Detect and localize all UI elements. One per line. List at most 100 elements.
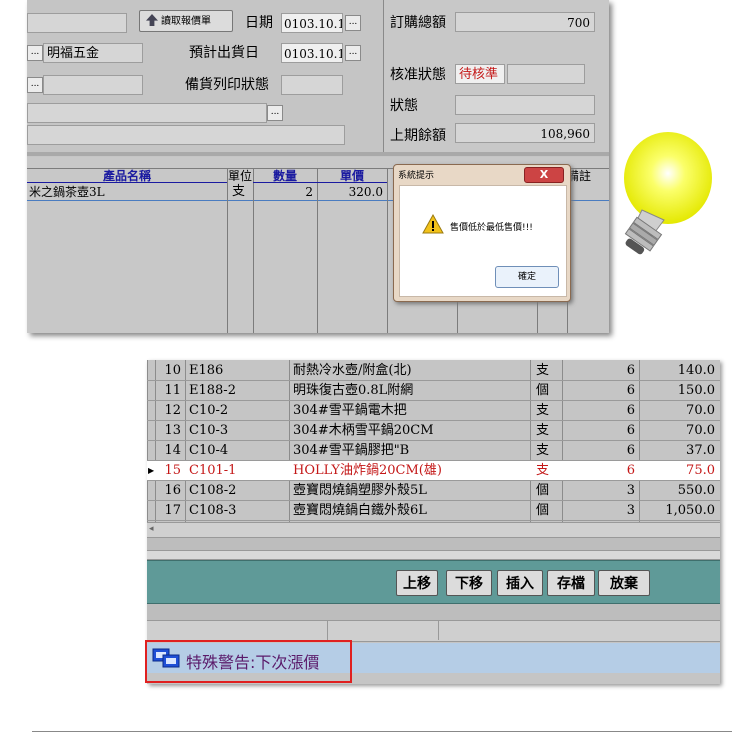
table-row[interactable]: 14 C10-4 304#雪平鍋膠把"B 支 6 37.0 [147,441,720,461]
cell-code[interactable]: E188-2 [189,381,285,400]
cell-no[interactable]: 11 [159,381,181,400]
retrieve-quote-label: 讀取報價單 [161,16,211,27]
cell-code[interactable]: C10-2 [189,401,285,420]
col-header-price[interactable]: 單價 [317,169,387,183]
table-row[interactable]: 16 C108-2 壺寶悶燒鍋塑膠外殼5L 個 3 550.0 [147,481,720,501]
cell-price[interactable]: 70.0 [643,401,715,420]
cell-name[interactable]: 304#木柄雪平鍋20CM [293,421,528,440]
dialog-ok-button[interactable]: 確定 [495,266,559,288]
line-product-name[interactable]: 米之鍋茶壺3L [29,184,105,200]
date-picker-button[interactable]: ... [345,15,361,31]
horizontal-scrollbar[interactable]: ◂ [147,522,720,538]
approval-status-label: 核准狀態 [390,67,446,83]
cell-qty[interactable]: 6 [567,381,635,400]
field-left-1[interactable] [27,13,127,33]
cell-qty[interactable]: 3 [567,501,635,520]
cell-no[interactable]: 10 [159,361,181,380]
cell-qty[interactable]: 3 [567,481,635,500]
cell-unit[interactable]: 個 [536,481,556,500]
cell-qty[interactable]: 6 [567,421,635,440]
cell-qty[interactable]: 6 [567,401,635,420]
cell-no[interactable]: 12 [159,401,181,420]
cell-price[interactable]: 37.0 [643,441,715,460]
line-unit[interactable]: 支 [232,184,245,200]
discard-button[interactable]: 放棄 [598,570,650,596]
table-row[interactable]: 12 C10-2 304#雪平鍋電木把支 6 70.0 [147,401,720,421]
warning-highlight-box [145,640,352,683]
cell-name[interactable]: 壺寶悶燒鍋白鐵外殼6L [293,501,528,520]
line-price[interactable]: 320.0 [317,184,383,200]
cell-price[interactable]: 75.0 [643,461,715,480]
move-down-button[interactable]: 下移 [446,570,492,596]
cell-name[interactable]: 明珠復古壺0.8L附網 [293,381,528,400]
cell-no[interactable]: 17 [159,501,181,520]
cell-code[interactable]: C108-3 [189,501,285,520]
col-header-name[interactable]: 產品名稱 [27,169,227,183]
print-status-label: 備貨列印狀態 [185,77,269,93]
system-alert-dialog: 系統提示 X 售價低於最低售價!!! 確定 [393,164,571,302]
cell-code[interactable]: E186 [189,361,285,380]
approval-extra-field [507,64,585,84]
table-row[interactable]: 11 E188-2 明珠復古壺0.8L附網個 6 150.0 [147,381,720,401]
save-button[interactable]: 存檔 [547,570,595,596]
cell-unit[interactable]: 支 [536,361,556,380]
cell-no[interactable]: 15 [159,461,181,480]
table-row[interactable]: 17 C108-3 壺寶悶燒鍋白鐵外殼6L 個 3 1,050.0 [147,501,720,521]
order-total-field: 700 [455,12,595,32]
table-row[interactable]: 15 C101-1 HOLLY油炸鍋20CM(雄) 支 6 75.0 ▶ [147,461,720,481]
cell-unit[interactable]: 個 [536,381,556,400]
address-lookup-button[interactable]: ... [267,105,283,121]
cell-price[interactable]: 70.0 [643,421,715,440]
col-header-remark[interactable]: 備註 [567,169,609,183]
table-row[interactable]: 10 E186 耐熱冷水壺/附盒(北) 支 6 140.0 [147,361,720,381]
cell-unit[interactable]: 支 [536,401,556,420]
line-qty[interactable]: 2 [253,184,313,200]
field-left-3[interactable] [43,75,143,95]
date-field[interactable]: 0103.10.14 [281,13,343,33]
customer-name-field[interactable]: 明福五金 [43,43,143,63]
cell-name[interactable]: HOLLY油炸鍋20CM(雄) [293,461,528,480]
cell-unit[interactable]: 支 [536,421,556,440]
cell-unit[interactable]: 個 [536,501,556,520]
lookup-button-3[interactable]: ... [27,77,43,93]
cell-price[interactable]: 150.0 [643,381,715,400]
cell-code[interactable]: C10-4 [189,441,285,460]
cell-unit[interactable]: 支 [536,441,556,460]
cell-no[interactable]: 16 [159,481,181,500]
cell-name[interactable]: 304#雪平鍋膠把"B [293,441,528,460]
customer-lookup-button[interactable]: ... [27,45,43,61]
cell-qty[interactable]: 6 [567,361,635,380]
upload-icon [146,14,158,26]
print-status-field[interactable] [281,75,343,95]
ship-date-field[interactable]: 0103.10.15 [281,43,343,63]
cell-price[interactable]: 1,050.0 [643,501,715,520]
cell-no[interactable]: 13 [159,421,181,440]
cell-price[interactable]: 140.0 [643,361,715,380]
cell-code[interactable]: C10-3 [189,421,285,440]
col-header-qty[interactable]: 數量 [253,169,317,183]
cell-unit[interactable]: 支 [536,461,556,480]
col-header-unit[interactable]: 單位 [227,169,253,183]
current-row-pointer-icon: ▶ [148,466,155,475]
splitter[interactable] [27,152,609,156]
approval-status-field: 待核準 [455,64,505,84]
cell-qty[interactable]: 6 [567,461,635,480]
cell-no[interactable]: 14 [159,441,181,460]
cell-name[interactable]: 耐熱冷水壺/附盒(北) [293,361,528,380]
dialog-message: 售價低於最低售價!!! [450,223,533,233]
dialog-close-button[interactable]: X [524,167,564,183]
insert-button[interactable]: 插入 [497,570,543,596]
cell-price[interactable]: 550.0 [643,481,715,500]
cell-name[interactable]: 304#雪平鍋電木把 [293,401,528,420]
cell-name[interactable]: 壺寶悶燒鍋塑膠外殼5L [293,481,528,500]
cell-qty[interactable]: 6 [567,441,635,460]
ship-date-picker-button[interactable]: ... [345,45,361,61]
scroll-left-icon[interactable]: ◂ [149,524,154,534]
table-row[interactable]: 13 C10-3 304#木柄雪平鍋20CM 支 6 70.0 [147,421,720,441]
retrieve-quote-button[interactable]: 讀取報價單 [139,10,233,32]
note-field[interactable] [27,125,345,145]
cell-code[interactable]: C108-2 [189,481,285,500]
cell-code[interactable]: C101-1 [189,461,285,480]
address-field[interactable] [27,103,267,123]
move-up-button[interactable]: 上移 [396,570,438,596]
